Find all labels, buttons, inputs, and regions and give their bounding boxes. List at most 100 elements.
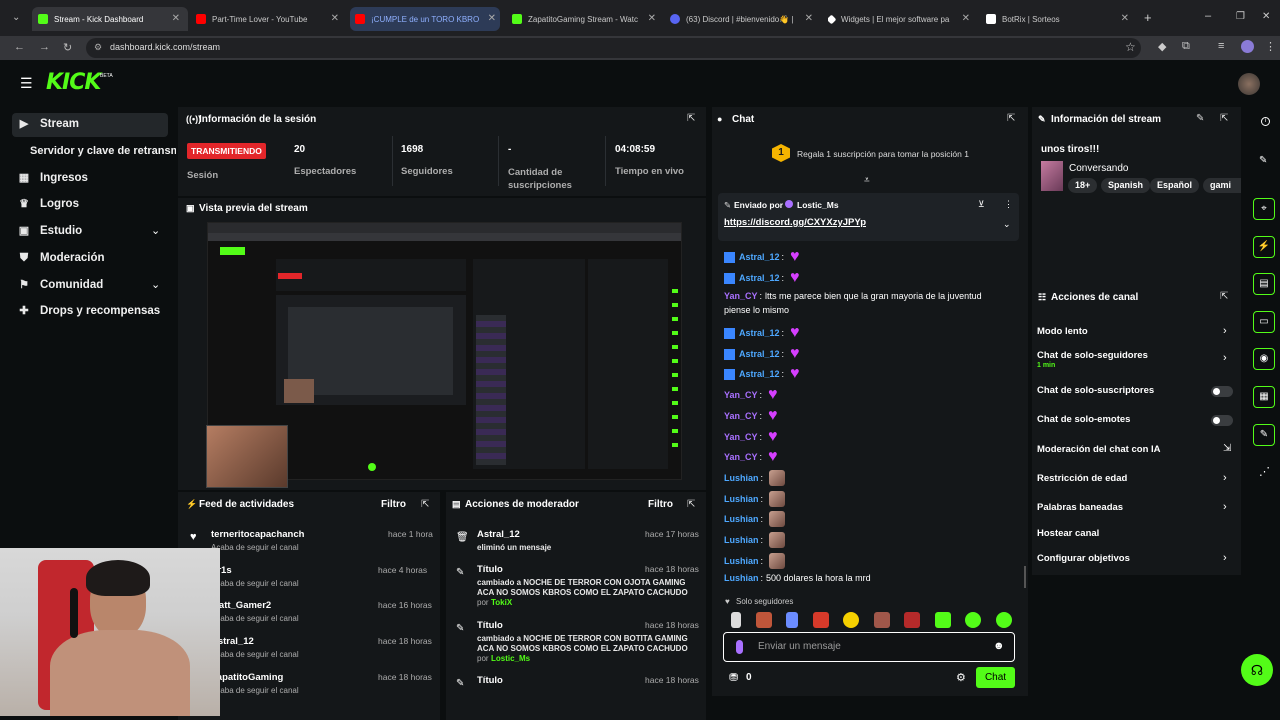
rail-chat-button[interactable]: ▭ — [1253, 311, 1275, 333]
settings-gear-icon[interactable]: ⚙ — [956, 671, 966, 684]
chat-username[interactable]: Lushian — [724, 494, 759, 504]
tag-badge[interactable]: 18+ — [1068, 178, 1098, 193]
chat-username[interactable]: Yan_CY — [724, 452, 758, 462]
mod-action-name[interactable]: Título — [477, 620, 503, 631]
tab-youtube-1[interactable]: Part-Time Lover - YouTube ✕ — [196, 7, 341, 31]
maximize-icon[interactable]: ❐ — [1236, 11, 1245, 22]
chat-username[interactable]: Astral_12 — [739, 328, 780, 338]
chat-username[interactable]: Astral_12 — [739, 252, 780, 262]
mod-action-name[interactable]: Título — [477, 564, 503, 575]
toggle-switch[interactable] — [1211, 386, 1233, 397]
emote-icon[interactable] — [995, 612, 1012, 628]
pen-icon[interactable]: ✎ — [1259, 155, 1267, 166]
channel-action-8[interactable]: Hostear canal — [1037, 528, 1099, 539]
feed-item-name[interactable]: terneritocapachanch — [211, 529, 304, 540]
popout-icon[interactable]: ⇱ — [1220, 113, 1228, 124]
mod-action-name[interactable]: Título — [477, 675, 503, 686]
channel-action-1[interactable]: Modo lento — [1037, 326, 1088, 337]
emote-icon[interactable] — [843, 612, 860, 628]
extension-icon[interactable]: ◆ — [1158, 40, 1166, 53]
close-icon[interactable]: ✕ — [648, 13, 656, 24]
channel-action-3[interactable]: Chat de solo-suscriptores — [1037, 385, 1154, 396]
close-icon[interactable]: ✕ — [488, 13, 496, 24]
tab-discord[interactable]: (63) Discord | #bienvenido👋 | ✕ — [670, 7, 815, 31]
popout-icon[interactable]: ⇱ — [421, 499, 429, 510]
chat-username[interactable]: Lushian — [724, 556, 759, 566]
forward-icon[interactable]: → — [39, 41, 50, 53]
feed-item-name[interactable]: ZapatitoGaming — [211, 672, 283, 683]
window-close-icon[interactable]: ✕ — [1262, 11, 1270, 22]
sidebar-item-stream[interactable]: ▶ Stream — [18, 118, 79, 130]
emote-icon[interactable] — [786, 612, 799, 628]
pinned-message[interactable]: ✎ Enviado por Lostic_Ms https://discord.… — [718, 193, 1019, 241]
emoji-icon[interactable]: ☻ — [993, 640, 1005, 652]
bookmark-star-icon[interactable]: ☆ — [1125, 40, 1136, 54]
channel-action-7[interactable]: Palabras baneadas — [1037, 502, 1123, 513]
popout-icon[interactable]: ⇱ — [1007, 113, 1015, 124]
emote-icon[interactable] — [755, 612, 772, 628]
rail-tools-button[interactable]: ✎ — [1253, 424, 1275, 446]
channel-action-4[interactable]: Chat de solo-emotes — [1037, 414, 1130, 425]
chat-username[interactable]: Lushian — [724, 573, 759, 583]
site-info-icon[interactable]: ⚙ — [94, 42, 102, 53]
more-options-icon[interactable]: ⋮ — [1004, 199, 1013, 210]
media-icon[interactable]: ≡ — [1218, 40, 1224, 52]
pinned-by-user[interactable]: Lostic_Ms — [797, 200, 839, 210]
emote-icon[interactable] — [904, 612, 921, 628]
category-name[interactable]: Conversando — [1069, 163, 1128, 174]
popout-icon[interactable]: ⇱ — [1220, 291, 1228, 302]
url-field[interactable]: ⚙ dashboard.kick.com/stream — [86, 38, 1141, 58]
new-tab-icon[interactable]: + — [1144, 10, 1152, 25]
edit-pencil-icon[interactable]: ✎ — [1196, 113, 1204, 124]
sidebar-item-moderacion[interactable]: ⛊ Moderación — [18, 252, 105, 264]
sidebar-item-estudio[interactable]: ▣ Estudio — [18, 225, 82, 237]
rail-focus-button[interactable]: ⌖ — [1253, 198, 1275, 220]
sidebar-item-logros[interactable]: ♛ Logros — [18, 198, 79, 210]
tag-badge[interactable]: gami — [1203, 178, 1241, 193]
user-avatar[interactable] — [1238, 73, 1260, 95]
emote-icon[interactable] — [965, 612, 982, 628]
chevron-right-icon[interactable]: › — [1223, 325, 1227, 337]
channel-action-5[interactable]: Moderación del chat con IA — [1037, 444, 1161, 455]
chat-username[interactable]: Lushian — [724, 514, 759, 524]
tab-botrix[interactable]: BotRix | Sorteos ✕ — [986, 7, 1131, 31]
chevron-right-icon[interactable]: › — [1223, 472, 1227, 484]
emote-icon[interactable] — [873, 612, 890, 628]
chat-username[interactable]: Yan_CY — [724, 291, 758, 301]
channel-action-2[interactable]: Chat de solo-seguidores — [1037, 350, 1148, 361]
mod-filter-button[interactable]: Filtro — [648, 499, 673, 510]
sidebar-item-comunidad[interactable]: ⚑ Comunidad — [18, 279, 103, 291]
collapse-icon[interactable]: ⩡ — [864, 175, 870, 186]
rail-boost-button[interactable]: ⚡ — [1253, 236, 1275, 258]
chat-username[interactable]: Yan_CY — [724, 390, 758, 400]
external-link-icon[interactable]: ⇲ — [1223, 443, 1231, 454]
chat-username[interactable]: Astral_12 — [739, 349, 780, 359]
back-icon[interactable]: ← — [14, 41, 25, 53]
popout-icon[interactable]: ⇱ — [687, 113, 695, 124]
sidebar-item-server-key[interactable]: Servidor y clave de retransm — [30, 145, 176, 157]
profile-avatar[interactable] — [1241, 40, 1254, 53]
tab-youtube-2[interactable]: ¡CUMPLE de un TORO KBRO ✕ — [350, 7, 500, 31]
tag-badge[interactable]: Español — [1150, 178, 1200, 193]
gift-leaderboard-text[interactable]: Regala 1 suscripción para tomar la posic… — [797, 149, 969, 159]
close-icon[interactable]: ✕ — [331, 13, 339, 24]
channel-action-9[interactable]: Configurar objetivos — [1037, 553, 1130, 564]
chevron-down-icon[interactable]: ⌄ — [151, 278, 160, 291]
channel-action-6[interactable]: Restricción de edad — [1037, 473, 1127, 484]
chat-username[interactable]: Astral_12 — [739, 369, 780, 379]
close-icon[interactable]: ✕ — [1121, 13, 1129, 24]
points-icon[interactable]: ⛃ — [729, 671, 738, 684]
chat-username[interactable]: Lushian — [724, 535, 759, 545]
sidebar-item-ingresos[interactable]: ▦ Ingresos — [18, 172, 88, 184]
rail-broadcast-button[interactable]: ◉ — [1253, 348, 1275, 370]
mod-action-name[interactable]: Astral_12 — [477, 529, 520, 540]
tag-badge[interactable]: Spanish — [1101, 178, 1151, 193]
unpin-icon[interactable]: ⊻ — [978, 199, 985, 210]
chat-username[interactable]: Lushian — [724, 473, 759, 483]
info-icon[interactable]: i — [1261, 117, 1270, 126]
chevron-right-icon[interactable]: › — [1223, 501, 1227, 513]
mod-action-by-user[interactable]: Lostic_Ms — [491, 654, 530, 663]
chat-username[interactable]: Yan_CY — [724, 411, 758, 421]
chat-send-button[interactable]: Chat — [976, 667, 1015, 688]
pinned-link[interactable]: https://discord.gg/CXYXzyJPYp — [724, 217, 866, 228]
